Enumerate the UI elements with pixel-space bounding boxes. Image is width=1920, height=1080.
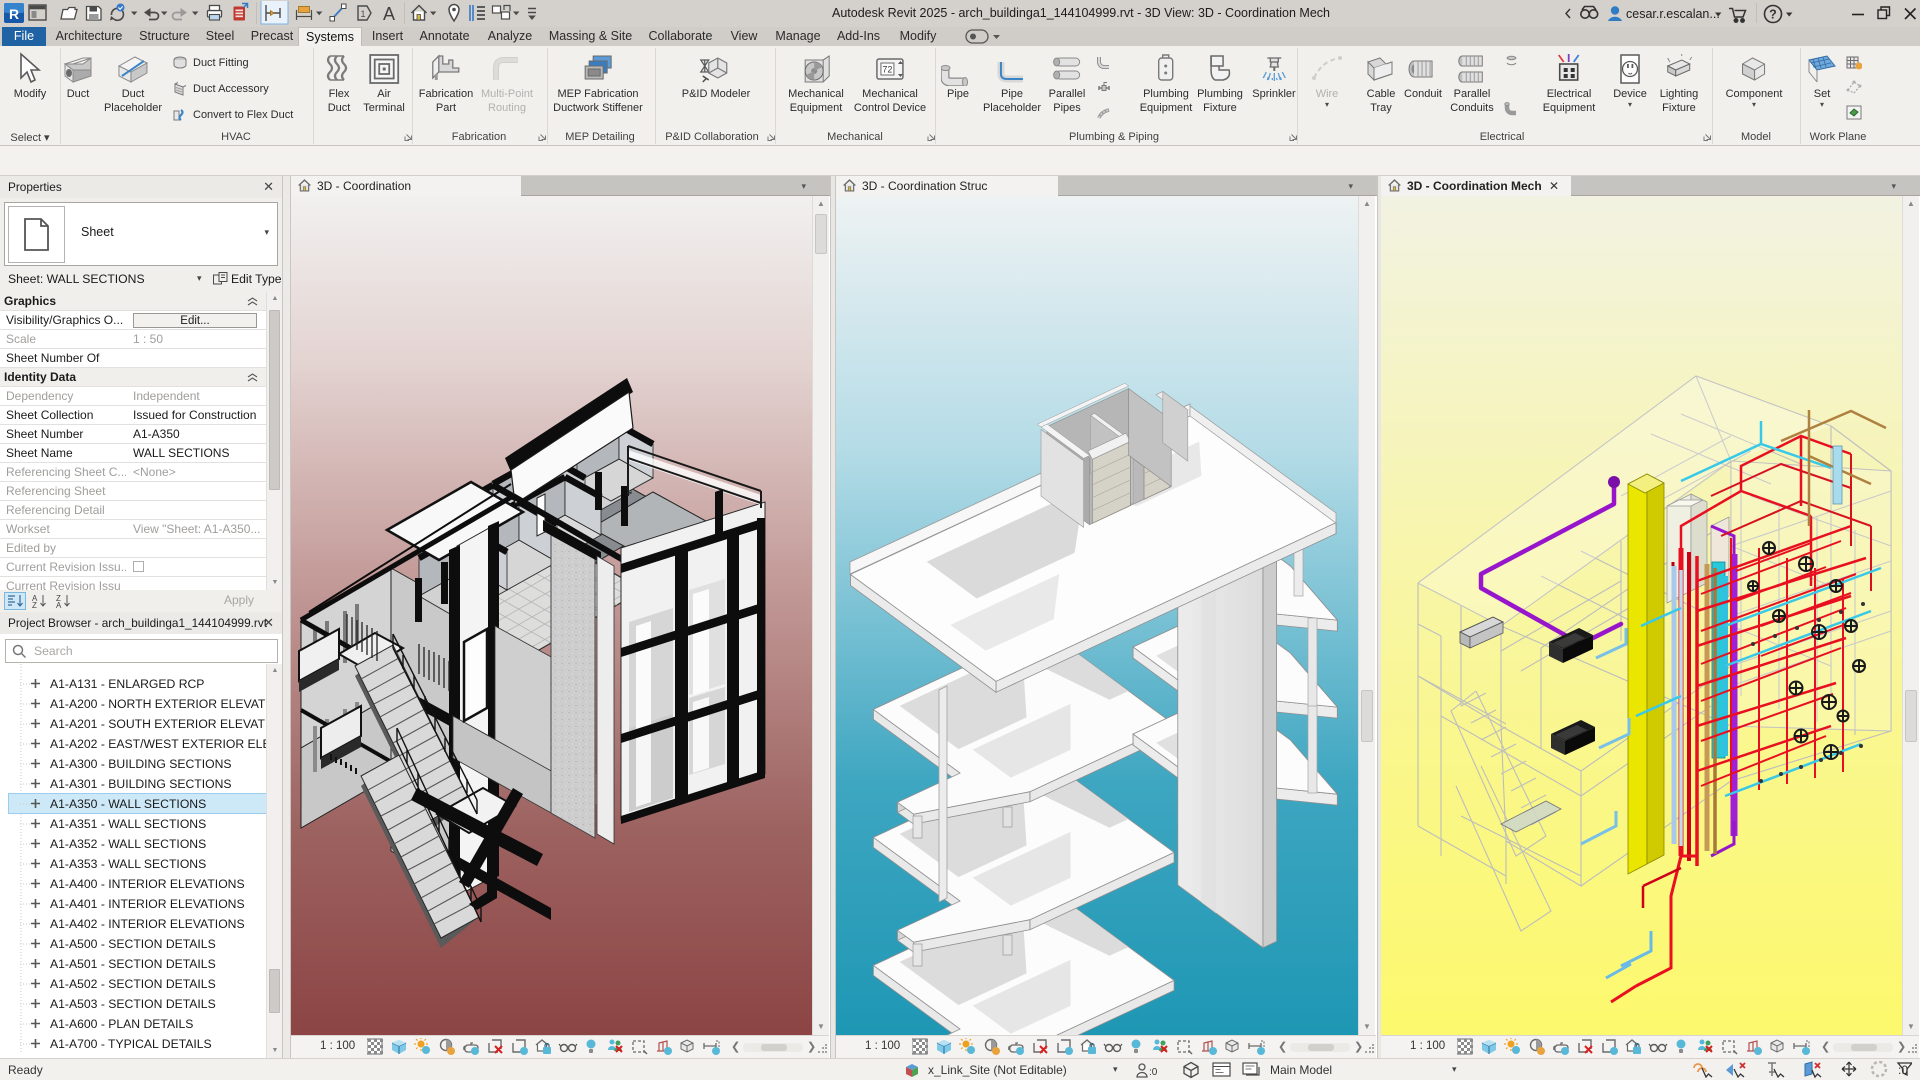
svg-text:72: 72 (882, 65, 892, 75)
svg-text:A: A (56, 601, 62, 609)
svg-text:?: ? (1769, 8, 1777, 22)
svg-text:cesar.r.escalan...: cesar.r.escalan... (1626, 7, 1720, 21)
svg-text:R: R (9, 6, 19, 22)
svg-text::0: :0 (1149, 1067, 1158, 1078)
svg-text:Z: Z (32, 601, 37, 609)
svg-text:1: 1 (360, 9, 365, 19)
svg-text:A: A (383, 4, 395, 24)
